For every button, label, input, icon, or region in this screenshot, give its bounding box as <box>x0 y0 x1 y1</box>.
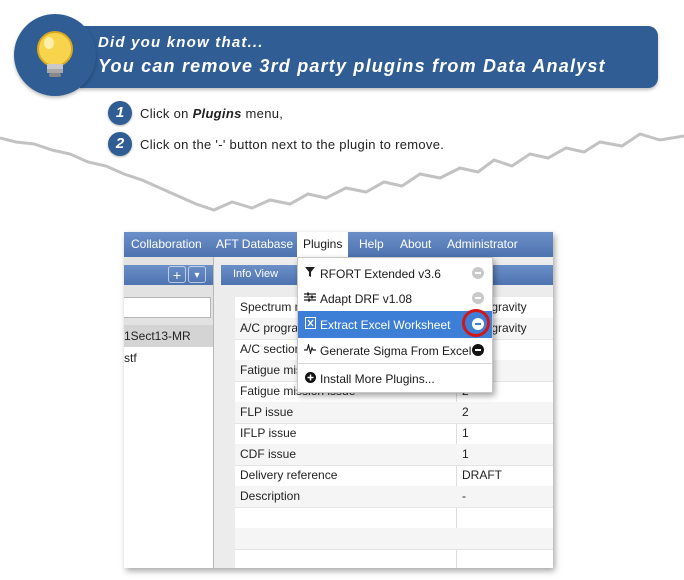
table-row: Delivery reference DRAFT <box>235 465 553 487</box>
left-panel-header: + ▾ <box>124 265 213 285</box>
menu-plugins[interactable]: Plugins <box>297 232 349 257</box>
remove-plugin-button[interactable] <box>472 292 484 304</box>
row-value: 2 <box>462 405 469 419</box>
row-key: A/C section <box>240 342 302 356</box>
list-item[interactable]: stf <box>124 347 213 369</box>
menu-aft-database[interactable]: AFT Database <box>216 232 293 257</box>
row-key: FLP issue <box>240 405 294 419</box>
menu-about[interactable]: About <box>400 232 431 257</box>
step-1: 1 Click on Plugins menu, <box>108 101 283 125</box>
table-row: IFLP issue 1 <box>235 423 553 445</box>
row-key: Description <box>240 489 301 503</box>
step-text: Click on Plugins menu, <box>140 105 284 121</box>
table-row: Description - <box>235 486 553 508</box>
torn-paper-edge <box>0 100 684 212</box>
row-value: DRAFT <box>462 468 502 482</box>
row-key: IFLP issue <box>240 426 297 440</box>
step-text: Click on the '-' button next to the plug… <box>140 136 445 152</box>
lightbulb-icon <box>14 14 96 96</box>
plugin-item-adapt-drf[interactable]: Adapt DRF v1.08 <box>298 286 492 311</box>
plugin-item-rfort[interactable]: RFORT Extended v3.6 <box>298 261 492 286</box>
highlight-circle <box>462 309 490 337</box>
table-row: CDF issue 1 <box>235 444 553 466</box>
table-row: FLP issue 2 <box>235 402 553 424</box>
step-number: 2 <box>108 132 132 156</box>
row-key: CDF issue <box>240 447 297 461</box>
plus-circle-icon <box>303 371 317 386</box>
tip-line2: You can remove 3rd party plugins from Da… <box>98 56 606 76</box>
step-number: 1 <box>108 101 132 125</box>
app-window: Collaboration AFT Database Plugins Help … <box>124 232 553 568</box>
install-label: Install More Plugins... <box>320 371 435 386</box>
row-value: - <box>462 489 466 503</box>
chevron-down-icon[interactable]: ▾ <box>188 266 206 283</box>
plugin-label: Adapt DRF v1.08 <box>320 291 413 306</box>
step-2: 2 Click on the '-' button next to the pl… <box>108 132 444 156</box>
remove-plugin-button[interactable] <box>472 267 484 279</box>
search-input[interactable] <box>124 297 211 318</box>
install-more-plugins[interactable]: Install More Plugins... <box>298 366 492 391</box>
filter-icon <box>303 267 317 280</box>
tip-banner: Did you know that... You can remove 3rd … <box>80 26 658 88</box>
remove-plugin-button[interactable] <box>472 344 484 356</box>
menu-help[interactable]: Help <box>359 232 384 257</box>
item-list: 1Sect13-MR stf <box>124 325 213 568</box>
list-item[interactable]: 1Sect13-MR <box>124 325 213 347</box>
menu-administrator[interactable]: Administrator <box>447 232 518 257</box>
sliders-icon <box>303 292 317 305</box>
row-value: 1 <box>462 447 469 461</box>
excel-icon <box>303 317 317 332</box>
plugin-label: RFORT Extended v3.6 <box>320 266 441 281</box>
row-key: Spectrum n <box>240 300 302 314</box>
table-row <box>235 549 553 568</box>
plugin-item-generate-sigma[interactable]: Generate Sigma From Excel <box>298 338 492 363</box>
plugin-label: Extract Excel Worksheet <box>320 317 451 332</box>
row-key: Delivery reference <box>240 468 338 482</box>
left-panel: + ▾ 1Sect13-MR stf <box>124 257 214 568</box>
plugin-label: Generate Sigma From Excel <box>320 343 472 358</box>
info-view-title: Info View <box>233 268 279 280</box>
signal-icon <box>303 342 317 357</box>
table-row <box>235 507 553 529</box>
row-value: 1 <box>462 426 469 440</box>
row-key: A/C progra <box>240 321 299 335</box>
tip-line1: Did you know that... <box>98 34 264 51</box>
menu-bar: Collaboration AFT Database Plugins Help … <box>124 232 553 257</box>
table-row <box>235 528 553 550</box>
menu-divider <box>298 363 492 364</box>
row-key: Fatigue mis <box>240 363 303 377</box>
add-button[interactable]: + <box>168 266 186 283</box>
menu-collaboration[interactable]: Collaboration <box>131 232 202 257</box>
